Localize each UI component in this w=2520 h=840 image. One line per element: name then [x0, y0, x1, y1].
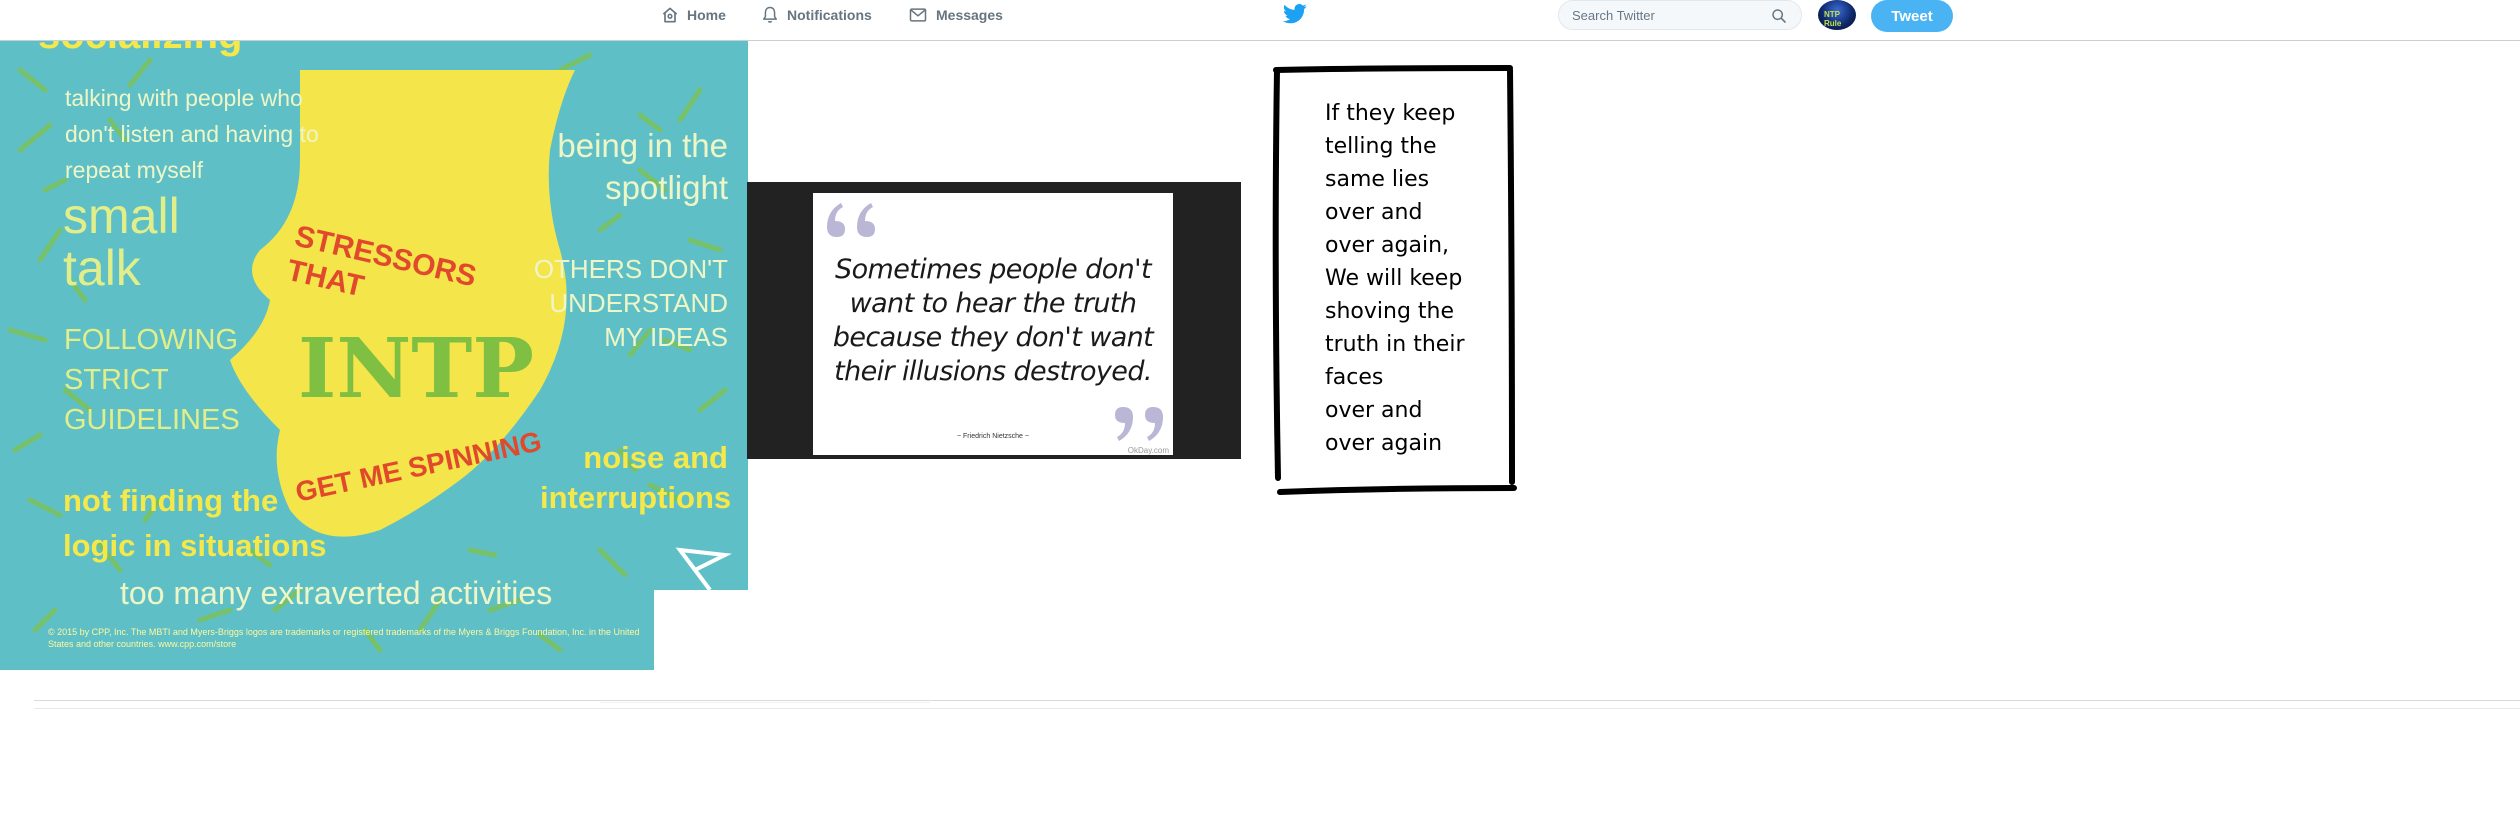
poster-ideas: OTHERS DON'T UNDERSTAND MY IDEAS — [533, 254, 728, 352]
feed-divider-faint — [600, 702, 930, 703]
lies-line: over again — [1325, 431, 1443, 456]
lies-line: over again, — [1325, 233, 1450, 258]
quote-text: Sometimes people don't want to hear the … — [832, 254, 1154, 387]
nav-messages[interactable]: Messages — [907, 0, 1003, 30]
feed-divider — [34, 708, 2520, 709]
lies-note-text: If they keep telling the same lies over … — [1325, 97, 1465, 460]
lies-line: over and — [1325, 200, 1423, 225]
quote-card: Sometimes people don't want to hear the … — [813, 193, 1173, 455]
feed-divider — [34, 700, 2520, 701]
lies-line: We will keep — [1325, 266, 1463, 291]
lies-line: same lies — [1325, 167, 1430, 192]
poster-small-talk: small talk — [63, 188, 180, 296]
search-icon[interactable] — [1771, 8, 1787, 24]
intp-stressors-image[interactable]: socializing ABOUT MYSELF AND SITUATIONS … — [0, 30, 748, 670]
quote-author: ~ Friedrich Nietzsche ~ — [957, 433, 1029, 440]
top-navigation-bar: Home Notifications Messages NTP Rule Twe… — [0, 0, 2520, 41]
nav-home-label: Home — [687, 7, 726, 23]
lies-line: If they keep — [1325, 101, 1456, 126]
nav-messages-label: Messages — [936, 7, 1003, 23]
poster-extraverted: too many extraverted activities — [120, 575, 553, 611]
nav-home[interactable]: Home — [660, 0, 726, 30]
poster-spotlight: being in the spotlight — [557, 127, 728, 206]
nav-notifications-label: Notifications — [787, 7, 872, 23]
lies-line: shoving the — [1325, 299, 1455, 324]
nav-notifications[interactable]: Notifications — [760, 0, 872, 30]
tweet-button[interactable]: Tweet — [1871, 0, 1953, 32]
open-quote-icon — [827, 203, 875, 237]
lies-line: truth in their — [1325, 332, 1465, 357]
close-quote-icon — [1115, 407, 1163, 441]
quote-source: OkDay.com — [1127, 446, 1169, 455]
poster-guidelines: FOLLOWING STRICT GUIDELINES — [64, 324, 240, 436]
twitter-bird-icon[interactable] — [1283, 3, 1307, 25]
lies-note-image[interactable]: If they keep telling the same lies over … — [1268, 64, 1526, 496]
poster-intp: INTP — [298, 321, 534, 417]
poster-cutout — [654, 590, 748, 670]
lies-line: faces — [1325, 365, 1384, 390]
user-avatar[interactable]: NTP Rule — [1818, 0, 1856, 30]
search-input[interactable] — [1559, 2, 1762, 28]
lies-line: telling the — [1325, 134, 1437, 159]
envelope-icon — [909, 8, 927, 22]
nietzsche-quote-image[interactable]: Sometimes people don't want to hear the … — [747, 182, 1241, 459]
home-icon — [662, 7, 678, 23]
poster-logic: not finding the logic in situations — [63, 483, 327, 563]
lies-line: over and — [1325, 398, 1423, 423]
bell-icon — [763, 6, 777, 23]
search-box[interactable] — [1558, 0, 1802, 30]
poster-not-listen: talking with people who don't listen and… — [65, 85, 319, 183]
poster-copyright: © 2015 by CPP, Inc. The MBTI and Myers-B… — [48, 627, 640, 649]
avatar-text: NTP Rule — [1824, 10, 1842, 28]
